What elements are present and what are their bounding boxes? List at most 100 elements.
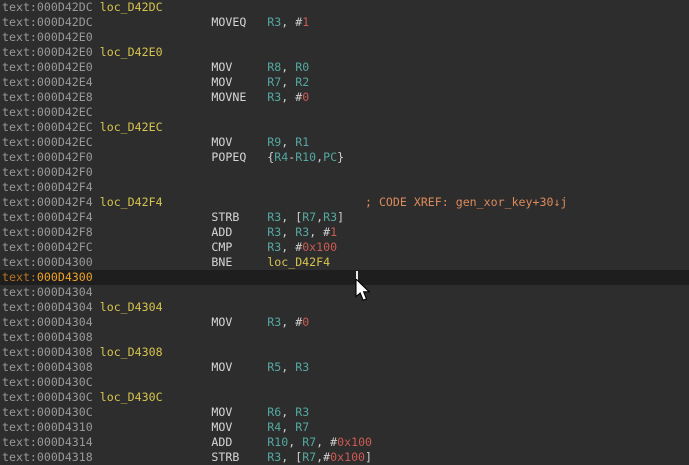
punctuation: , [281,405,296,419]
register: R10 [295,150,317,164]
punctuation [232,315,267,329]
asm-line[interactable]: text:000D42E0 [0,30,689,45]
asm-line[interactable]: text:000D4314 ADD R10, R7, #0x100 [0,435,689,450]
punctuation: , # [309,225,331,239]
register: R4 [267,420,282,434]
punctuation: , [281,360,296,374]
code-label[interactable]: loc_D42EC [100,120,163,134]
punctuation: , [288,435,303,449]
mnemonic: MOVEQ [211,15,247,29]
mnemonic: STRB [211,210,240,224]
mnemonic: MOV [211,135,233,149]
asm-line[interactable]: text:000D430C MOV R6, R3 [0,405,689,420]
asm-line[interactable]: text:000D42E8 MOVNE R3, #0 [0,90,689,105]
register: R0 [295,60,310,74]
asm-line[interactable]: text:000D4304 MOV R3, #0 [0,315,689,330]
register: R7 [267,75,282,89]
asm-line[interactable]: text:000D42F4 STRB R3, [R7,R3] [0,210,689,225]
punctuation [93,360,212,374]
code-label[interactable]: loc_D42F4 [267,255,330,269]
asm-line[interactable]: text:000D4304 [0,285,689,300]
asm-line[interactable]: text:000D42DC MOVEQ R3, #1 [0,15,689,30]
asm-line[interactable]: text:000D42F4 loc_D42F4 ; CODE XREF: gen… [0,195,689,210]
asm-line[interactable]: text:000D4308 loc_D4308 [0,345,689,360]
asm-line[interactable]: text:000D42DC loc_D42DC [0,0,689,15]
asm-line[interactable]: text:000D4308 MOV R5, R3 [0,360,689,375]
punctuation [93,90,212,104]
punctuation: , [281,60,296,74]
asm-line[interactable]: text:000D4308 [0,330,689,345]
punctuation: , [281,75,296,89]
punctuation [93,240,212,254]
asm-line[interactable]: text:000D4318 STRB R3, [R7,#0x100] [0,450,689,465]
punctuation [232,255,267,269]
asm-line[interactable]: text:000D42F4 [0,180,689,195]
punctuation [232,240,267,254]
asm-line[interactable]: text:000D430C loc_D430C [0,390,689,405]
register: R7 [295,420,310,434]
mnemonic: ADD [211,225,233,239]
address-text: text:000D4308 [2,360,93,374]
punctuation [246,90,267,104]
immediate-value: 0x100 [302,240,338,254]
punctuation [93,210,212,224]
code-label[interactable]: loc_D42E0 [100,45,163,59]
asm-line[interactable]: text:000D42F8 ADD R3, R3, #1 [0,225,689,240]
asm-line[interactable]: text:000D4310 MOV R4, R7 [0,420,689,435]
address-text: text:000D42E0 [2,45,93,59]
asm-line[interactable]: text:000D4304 loc_D4304 [0,300,689,315]
code-label[interactable]: loc_D4308 [100,345,163,359]
mnemonic: CMP [211,240,233,254]
address-text: text:000D42E8 [2,90,93,104]
punctuation [232,405,267,419]
asm-line[interactable]: text:000D42EC MOV R9, R1 [0,135,689,150]
code-label[interactable]: loc_D4304 [100,300,163,314]
asm-line[interactable]: text:000D42E0 MOV R8, R0 [0,60,689,75]
address-text: text:000D42E4 [2,75,93,89]
immediate-value: 0 [302,315,310,329]
code-label[interactable]: loc_D42DC [100,0,163,14]
asm-line[interactable]: text:000D430C [0,375,689,390]
address-text-highlight: text: [2,270,37,284]
punctuation [232,360,267,374]
address-text: text:000D42F0 [2,165,93,179]
asm-line[interactable]: text:000D42E0 loc_D42E0 [0,45,689,60]
mnemonic: MOV [211,420,233,434]
asm-line[interactable]: text:000D4300 [0,270,689,285]
address-text: text:000D4308 [2,330,93,344]
code-label[interactable]: loc_D42F4 [100,195,163,209]
asm-line[interactable]: text:000D4300 BNE loc_D42F4 [0,255,689,270]
punctuation [232,75,267,89]
immediate-value: 1 [302,15,310,29]
immediate-value: 0x100 [330,450,366,464]
punctuation [93,255,212,269]
asm-line[interactable]: text:000D42F0 [0,165,689,180]
register: R3 [295,405,310,419]
code-label[interactable]: loc_D430C [100,390,163,404]
address-text: text:000D4310 [2,420,93,434]
punctuation [93,420,212,434]
register: R3 [295,225,310,239]
address-text: text:000D42EC [2,135,93,149]
register: R5 [267,360,282,374]
punctuation [93,450,212,464]
punctuation [93,60,212,74]
xref-comment[interactable]: ; CODE XREF: gen_xor_key+30↓j [365,195,567,209]
address-text: text:000D42F8 [2,225,93,239]
asm-line[interactable]: text:000D42E4 MOV R7, R2 [0,75,689,90]
punctuation: , [ [281,210,303,224]
asm-line[interactable]: text:000D42FC CMP R3, #0x100 [0,240,689,255]
asm-line[interactable]: text:000D42EC loc_D42EC [0,120,689,135]
register: R3 [267,240,282,254]
disassembly-view[interactable]: text:000D42DC loc_D42DC text:000D42DC MOV… [0,0,689,465]
punctuation [93,15,212,29]
address-text: text:000D4304 [2,315,93,329]
asm-line[interactable]: text:000D42F0 POPEQ {R4-R10,PC} [0,150,689,165]
address-text: text:000D42EC [2,105,93,119]
register: R10 [267,435,289,449]
immediate-value: 1 [330,225,338,239]
address-text: text:000D4300 [2,255,93,269]
register: R3 [267,315,282,329]
punctuation [232,60,267,74]
asm-line[interactable]: text:000D42EC [0,105,689,120]
